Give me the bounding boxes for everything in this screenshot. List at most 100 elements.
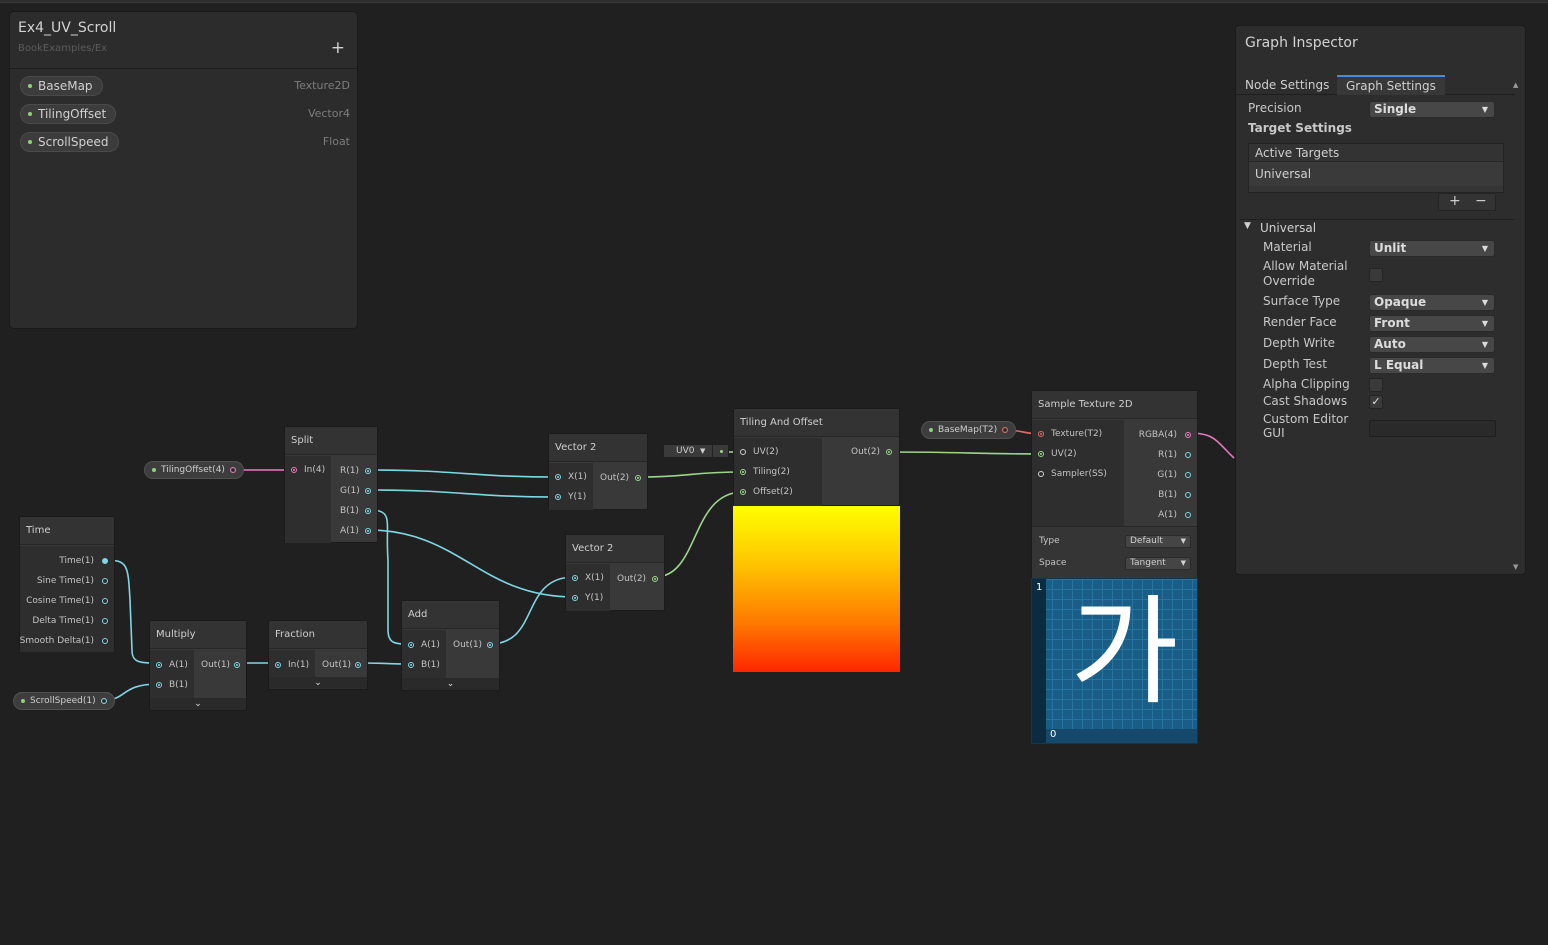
output-port-icon[interactable] — [365, 508, 371, 514]
expand-chevron-icon[interactable]: ⌄ — [269, 677, 367, 689]
exposed-dot-icon — [28, 84, 32, 88]
output-port-icon[interactable] — [487, 642, 493, 648]
input-port-icon[interactable] — [156, 682, 162, 688]
port-x: X(1) — [585, 573, 604, 583]
target-item-universal[interactable]: Universal — [1249, 162, 1503, 186]
target-list-buttons: + − — [1438, 193, 1496, 211]
inspector-scrollbar[interactable]: ▲ ▼ — [1513, 81, 1521, 571]
surface-type-value: Opaque — [1374, 295, 1427, 309]
cast-shadows-checkbox[interactable]: ✓ — [1369, 395, 1383, 409]
foldout-arrow-icon[interactable]: ▼ — [1244, 221, 1251, 231]
expand-chevron-icon[interactable]: ⌄ — [150, 698, 246, 710]
input-port-icon[interactable] — [740, 489, 746, 495]
property-row-tilingoffset[interactable]: TilingOffset Vector4 — [20, 104, 350, 124]
split-node[interactable]: Split In(4) R(1) G(1) B(1) A(1) — [284, 426, 378, 543]
tab-node-settings[interactable]: Node Settings — [1236, 75, 1338, 95]
input-port-icon[interactable] — [572, 575, 578, 581]
input-port-icon[interactable] — [555, 494, 561, 500]
output-port-icon[interactable] — [1185, 512, 1191, 518]
output-port-icon[interactable] — [886, 449, 892, 455]
output-port-icon[interactable] — [365, 488, 371, 494]
universal-section-header[interactable]: ▼ Universal — [1240, 219, 1514, 236]
sampler-input-port-icon[interactable] — [1038, 471, 1044, 477]
port-in: In(4) — [304, 465, 326, 475]
render-face-dropdown[interactable]: Front ▼ — [1369, 315, 1495, 332]
input-port-icon[interactable] — [275, 662, 281, 668]
multiply-node[interactable]: Multiply A(1) B(1) Out(1) ⌄ — [149, 620, 247, 711]
material-dropdown[interactable]: Unlit ▼ — [1369, 240, 1495, 257]
input-port-icon[interactable] — [408, 662, 414, 668]
output-port-icon[interactable] — [652, 576, 658, 582]
output-port-icon[interactable] — [365, 468, 371, 474]
port-out: Out(2) — [600, 473, 630, 483]
property-row-basemap[interactable]: BaseMap Texture2D — [20, 76, 350, 96]
cast-shadows-label: Cast Shadows — [1263, 394, 1348, 408]
cosine-output-port-icon[interactable] — [102, 598, 108, 604]
vector2-node-top[interactable]: Vector 2 X(1) Y(1) Out(2) — [548, 433, 648, 510]
scrollspeed-property-node[interactable]: ScrollSpeed(1) — [13, 692, 115, 710]
time-node[interactable]: Time Time(1) Sine Time(1) Cosine Time(1)… — [19, 516, 115, 652]
basemap-property-node[interactable]: BaseMap(T2) — [921, 421, 1017, 439]
input-port-icon[interactable] — [555, 474, 561, 480]
custom-editor-gui-field[interactable] — [1369, 420, 1496, 437]
input-port-icon[interactable] — [156, 662, 162, 668]
add-target-icon[interactable]: + — [1449, 193, 1461, 209]
allow-override-checkbox[interactable] — [1369, 268, 1383, 282]
sample-texture-2d-node[interactable]: Sample Texture 2D Texture(T2) UV(2) Samp… — [1031, 390, 1198, 578]
input-port-icon[interactable] — [291, 467, 297, 473]
property-pill[interactable]: ScrollSpeed — [20, 132, 119, 152]
time-output-port-icon[interactable] — [102, 558, 108, 564]
delta-output-port-icon[interactable] — [102, 618, 108, 624]
port-y: Y(1) — [585, 593, 604, 603]
depth-test-dropdown[interactable]: L Equal ▼ — [1369, 357, 1495, 374]
output-port-icon[interactable] — [1185, 492, 1191, 498]
uv-channel-dropdown[interactable]: UV0 ▼ — [663, 444, 729, 458]
texture-input-port-icon[interactable] — [1038, 431, 1044, 437]
input-port-icon[interactable] — [572, 595, 578, 601]
tilingoffset-property-node[interactable]: TilingOffset(4) — [144, 461, 244, 479]
property-pill[interactable]: BaseMap — [20, 76, 103, 96]
fraction-node[interactable]: Fraction In(1) Out(1) ⌄ — [268, 620, 368, 690]
output-port-icon[interactable] — [229, 467, 236, 473]
tiling-and-offset-node[interactable]: Tiling And Offset UV(2) Tiling(2) Offset… — [733, 408, 900, 506]
property-pill[interactable]: TilingOffset — [20, 104, 117, 124]
preview-top-label: 1 — [1036, 582, 1043, 593]
output-port-icon[interactable] — [355, 662, 361, 668]
output-port-icon[interactable] — [635, 475, 641, 481]
type-dropdown[interactable]: Default ▼ — [1125, 535, 1191, 548]
output-port-icon[interactable] — [1185, 432, 1191, 438]
remove-target-icon[interactable]: − — [1475, 193, 1487, 209]
blackboard-panel[interactable]: Ex4_UV_Scroll BookExamples/Ex + BaseMap … — [9, 11, 358, 329]
graph-inspector-panel[interactable]: Graph Inspector Node Settings Graph Sett… — [1235, 25, 1526, 575]
scroll-up-icon[interactable]: ▲ — [1513, 81, 1518, 89]
shader-graph-canvas[interactable]: Ex4_UV_Scroll BookExamples/Ex + BaseMap … — [0, 0, 1548, 945]
input-port-icon[interactable] — [740, 469, 746, 475]
output-port-icon[interactable] — [365, 528, 371, 534]
surface-type-dropdown[interactable]: Opaque ▼ — [1369, 294, 1495, 311]
input-port-icon[interactable] — [740, 449, 746, 455]
property-row-scrollspeed[interactable]: ScrollSpeed Float — [20, 132, 350, 152]
input-port-icon[interactable] — [408, 642, 414, 648]
output-port-icon[interactable] — [1185, 452, 1191, 458]
output-port-icon[interactable] — [234, 662, 240, 668]
scroll-down-icon[interactable]: ▼ — [1513, 563, 1518, 571]
surface-type-label: Surface Type — [1263, 294, 1341, 308]
tab-graph-settings[interactable]: Graph Settings — [1337, 75, 1445, 95]
dropdown-arrow-icon: ▼ — [1180, 537, 1186, 545]
vector2-node-bottom[interactable]: Vector 2 X(1) Y(1) Out(2) — [565, 534, 665, 611]
type-value: Default — [1130, 536, 1163, 546]
alpha-clipping-checkbox[interactable] — [1369, 378, 1383, 392]
space-dropdown[interactable]: Tangent ▼ — [1125, 557, 1191, 570]
smooth-delta-output-port-icon[interactable] — [102, 638, 108, 644]
expand-chevron-icon[interactable]: ⌄ — [402, 678, 499, 690]
active-targets-list[interactable]: Active Targets Universal — [1248, 143, 1504, 193]
output-port-icon[interactable] — [100, 698, 107, 704]
precision-dropdown[interactable]: Single ▼ — [1369, 101, 1495, 118]
sine-output-port-icon[interactable] — [102, 578, 108, 584]
add-node[interactable]: Add A(1) B(1) Out(1) ⌄ — [401, 600, 500, 691]
output-port-icon[interactable] — [1185, 472, 1191, 478]
uv-input-port-icon[interactable] — [1038, 451, 1044, 457]
output-port-icon[interactable] — [1002, 427, 1009, 433]
depth-write-dropdown[interactable]: Auto ▼ — [1369, 336, 1495, 353]
add-property-icon[interactable]: + — [331, 38, 345, 58]
